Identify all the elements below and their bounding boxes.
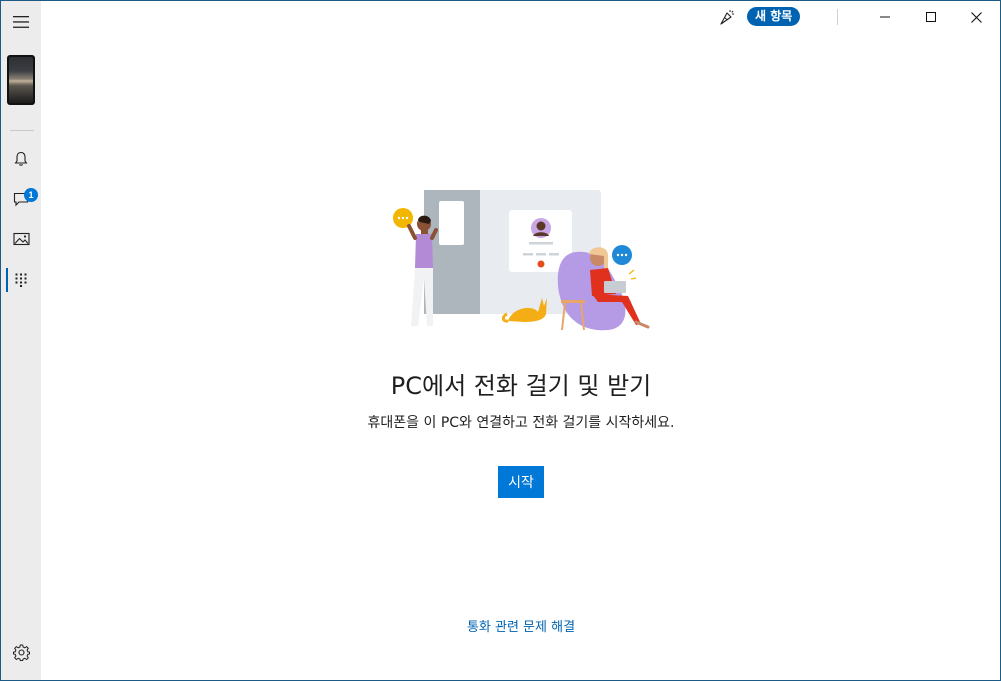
hamburger-icon bbox=[13, 16, 29, 28]
nav-photos[interactable] bbox=[1, 221, 41, 257]
window-border bbox=[0, 0, 1001, 681]
calls-illustration bbox=[393, 190, 650, 331]
close-icon bbox=[970, 11, 982, 23]
nav-notifications[interactable] bbox=[1, 141, 41, 177]
dialpad-icon bbox=[15, 273, 27, 287]
photo-icon bbox=[12, 232, 30, 246]
phone-wallpaper bbox=[9, 57, 33, 103]
maximize-button[interactable] bbox=[908, 1, 954, 33]
menu-button[interactable] bbox=[1, 4, 41, 40]
minimize-icon bbox=[880, 16, 890, 18]
messages-badge: 1 bbox=[24, 188, 38, 202]
nav-calls[interactable] bbox=[1, 262, 41, 298]
whats-new-button[interactable]: 새 항목 bbox=[747, 7, 801, 26]
bell-icon bbox=[14, 151, 28, 166]
page-title: PC에서 전화 걸기 및 받기 bbox=[390, 372, 652, 400]
maximize-icon bbox=[926, 12, 936, 22]
nav-rail: 1 bbox=[1, 1, 41, 680]
titlebar-separator bbox=[837, 9, 838, 25]
minimize-button[interactable] bbox=[862, 1, 908, 33]
close-button[interactable] bbox=[953, 1, 999, 33]
rail-divider bbox=[10, 130, 34, 131]
phone-thumbnail[interactable] bbox=[7, 55, 35, 105]
troubleshoot-link[interactable]: 통화 관련 문제 해결 bbox=[41, 616, 1001, 635]
page-subtitle: 휴대폰을 이 PC와 연결하고 전화 걸기를 시작하세요. bbox=[367, 415, 675, 431]
nav-settings[interactable] bbox=[1, 634, 41, 670]
gear-icon bbox=[12, 644, 30, 661]
start-button[interactable]: 시작 bbox=[498, 466, 544, 498]
whats-new-icon[interactable] bbox=[718, 8, 736, 26]
